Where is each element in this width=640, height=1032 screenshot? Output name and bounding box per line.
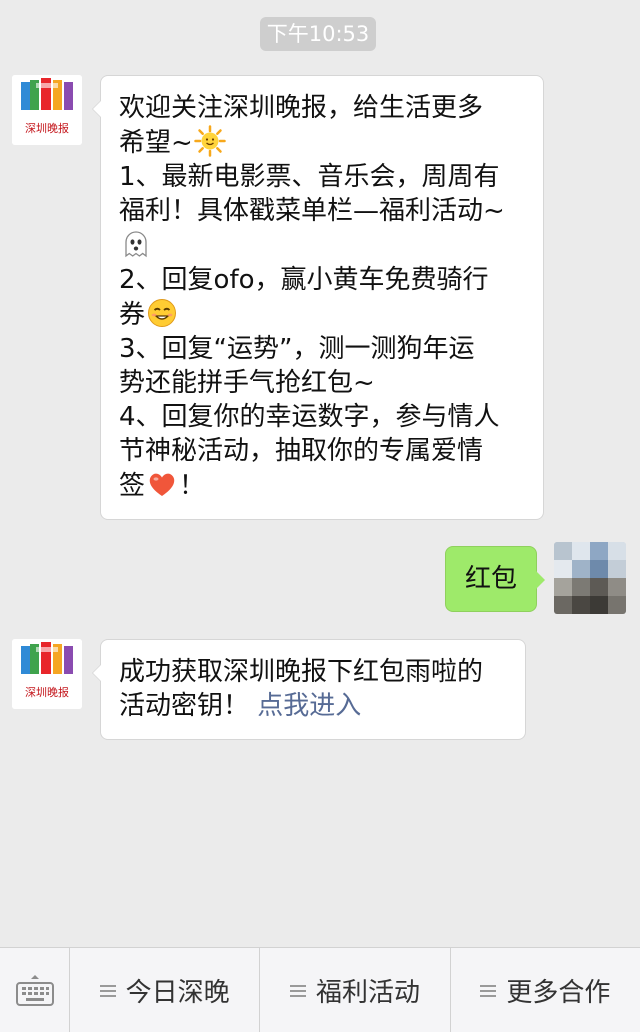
bottom-menu-bar: 今日深晚 福利活动 更多合作	[0, 947, 640, 1032]
logo-text: 深圳晚报	[25, 685, 69, 699]
message-line: 4、回复你的幸运数字，参与情人	[119, 402, 500, 432]
menu-lines-icon	[480, 982, 497, 1000]
sun-emoji-icon	[194, 125, 226, 157]
message-line: 券	[119, 297, 527, 332]
blurred-avatar-icon	[554, 542, 626, 614]
message-text: 券	[119, 300, 146, 330]
sender-avatar[interactable]: 深圳晚报	[12, 639, 82, 709]
message-line: 欢迎关注深圳晚报，给生活更多	[119, 93, 484, 123]
ghost-emoji-icon	[125, 231, 147, 258]
timestamp-badge: 下午10:53	[260, 17, 376, 51]
menu-lines-icon	[289, 982, 306, 1000]
message-line	[119, 228, 527, 263]
user-avatar[interactable]	[554, 542, 626, 614]
logo-text: 深圳晚报	[25, 121, 69, 135]
message-line: 3、回复“运势”，测一测狗年运	[119, 334, 475, 364]
newspaper-logo-icon: 深圳晚报	[12, 639, 82, 709]
message-line: 节神秘活动，抽取你的专属爱情	[119, 436, 484, 466]
message-line: 成功获取深圳晚报下红包雨啦的	[119, 657, 484, 687]
chat-screen: 下午10:53 深圳晚报 欢迎关注深圳晚报，给生活更多 希望~ 1、最新电影票、…	[0, 0, 640, 1032]
message-text: ！	[179, 471, 206, 501]
message-text: 签	[119, 471, 146, 501]
menu-item-today[interactable]: 今日深晚	[70, 948, 261, 1032]
keyboard-toggle-button[interactable]	[0, 948, 70, 1032]
welcome-message-bubble[interactable]: 欢迎关注深圳晚报，给生活更多 希望~ 1、最新电影票、音乐会，周周有 福利！具体…	[92, 75, 544, 520]
message-line: 签！	[119, 468, 527, 503]
menu-lines-icon	[99, 982, 116, 1000]
key-message-bubble[interactable]: 成功获取深圳晚报下红包雨啦的 活动密钥！ 点我进入	[92, 639, 526, 740]
message-line: 福利！具体戳菜单栏—福利活动~	[119, 196, 505, 226]
message-text: 希望~	[119, 128, 193, 158]
user-reply-bubble[interactable]: 红包	[445, 546, 545, 612]
heart-emoji-icon	[149, 473, 175, 496]
menu-item-label: 更多合作	[506, 978, 611, 1008]
wink-emoji-icon	[148, 299, 177, 327]
message-line: 1、最新电影票、音乐会，周周有	[119, 162, 500, 192]
newspaper-logo-icon: 深圳晚报	[12, 75, 82, 145]
menu-item-label: 今日深晚	[125, 978, 230, 1008]
enter-link[interactable]: 点我进入	[257, 691, 361, 721]
message-line: 活动密钥！ 点我进入	[119, 689, 509, 723]
message-text: 活动密钥！	[119, 691, 250, 721]
message-line: 2、回复ofo，赢小黄车免费骑行	[119, 265, 489, 295]
message-line: 势还能拼手气抢红包~	[119, 368, 375, 398]
keyboard-icon	[15, 974, 54, 1006]
sender-avatar[interactable]: 深圳晚报	[12, 75, 82, 145]
menu-item-cooperation[interactable]: 更多合作	[451, 948, 640, 1032]
menu-item-label: 福利活动	[315, 978, 420, 1008]
menu-item-benefits[interactable]: 福利活动	[260, 948, 451, 1032]
message-line: 希望~	[119, 125, 527, 160]
